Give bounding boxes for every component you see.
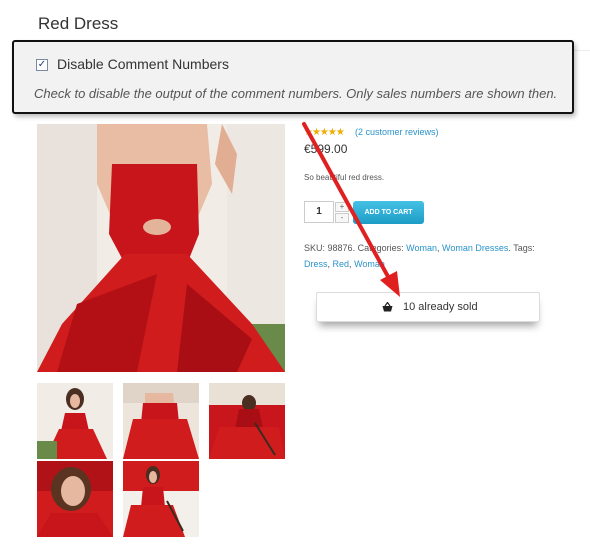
product-thumbnail[interactable] [123,461,199,537]
rating-stars: ★★★★★ [304,127,345,138]
product-title: Red Dress [38,14,119,33]
checkbox-label[interactable]: Disable Comment Numbers [57,56,229,72]
category-link[interactable]: Woman Dresses [442,243,508,253]
tags-label: Tags: [513,243,535,253]
tag-link[interactable]: Dress [304,259,328,269]
categories-label: Categories: [357,243,404,253]
product-short-description: So beautiful red dress. [304,173,385,182]
sales-count-box: 10 already sold [316,292,540,322]
disable-comment-numbers-checkbox[interactable]: ✓ [36,59,48,71]
basket-icon [382,302,393,312]
setting-description: Check to disable the output of the comme… [34,86,558,101]
product-thumbnail[interactable] [37,383,113,459]
quantity-increase-button[interactable]: + [335,202,349,212]
sku-label: SKU: [304,243,326,253]
setting-callout: ✓ Disable Comment Numbers Check to disab… [12,40,574,114]
category-link[interactable]: Woman [406,243,437,253]
product-meta: SKU: 98876. Categories: Woman, Woman Dre… [304,243,535,253]
product-thumbnail[interactable] [37,461,113,537]
quantity-decrease-button[interactable]: - [335,213,349,223]
product-tags: Dress, Red, Woman [304,259,385,269]
customer-reviews-link[interactable]: (2 customer reviews) [355,127,439,137]
product-price: €599.00 [304,142,348,156]
quantity-input[interactable]: 1 [304,201,334,223]
tag-link[interactable]: Woman [354,259,385,269]
sales-count-text: 10 already sold [403,301,478,313]
add-to-cart-button[interactable]: ADD TO CART [353,201,424,224]
product-main-image[interactable] [37,124,285,372]
product-thumbnail[interactable] [123,383,199,459]
sku-value: 98876 [327,243,353,253]
product-thumbnail[interactable] [209,383,285,459]
tag-link[interactable]: Red [333,259,350,269]
